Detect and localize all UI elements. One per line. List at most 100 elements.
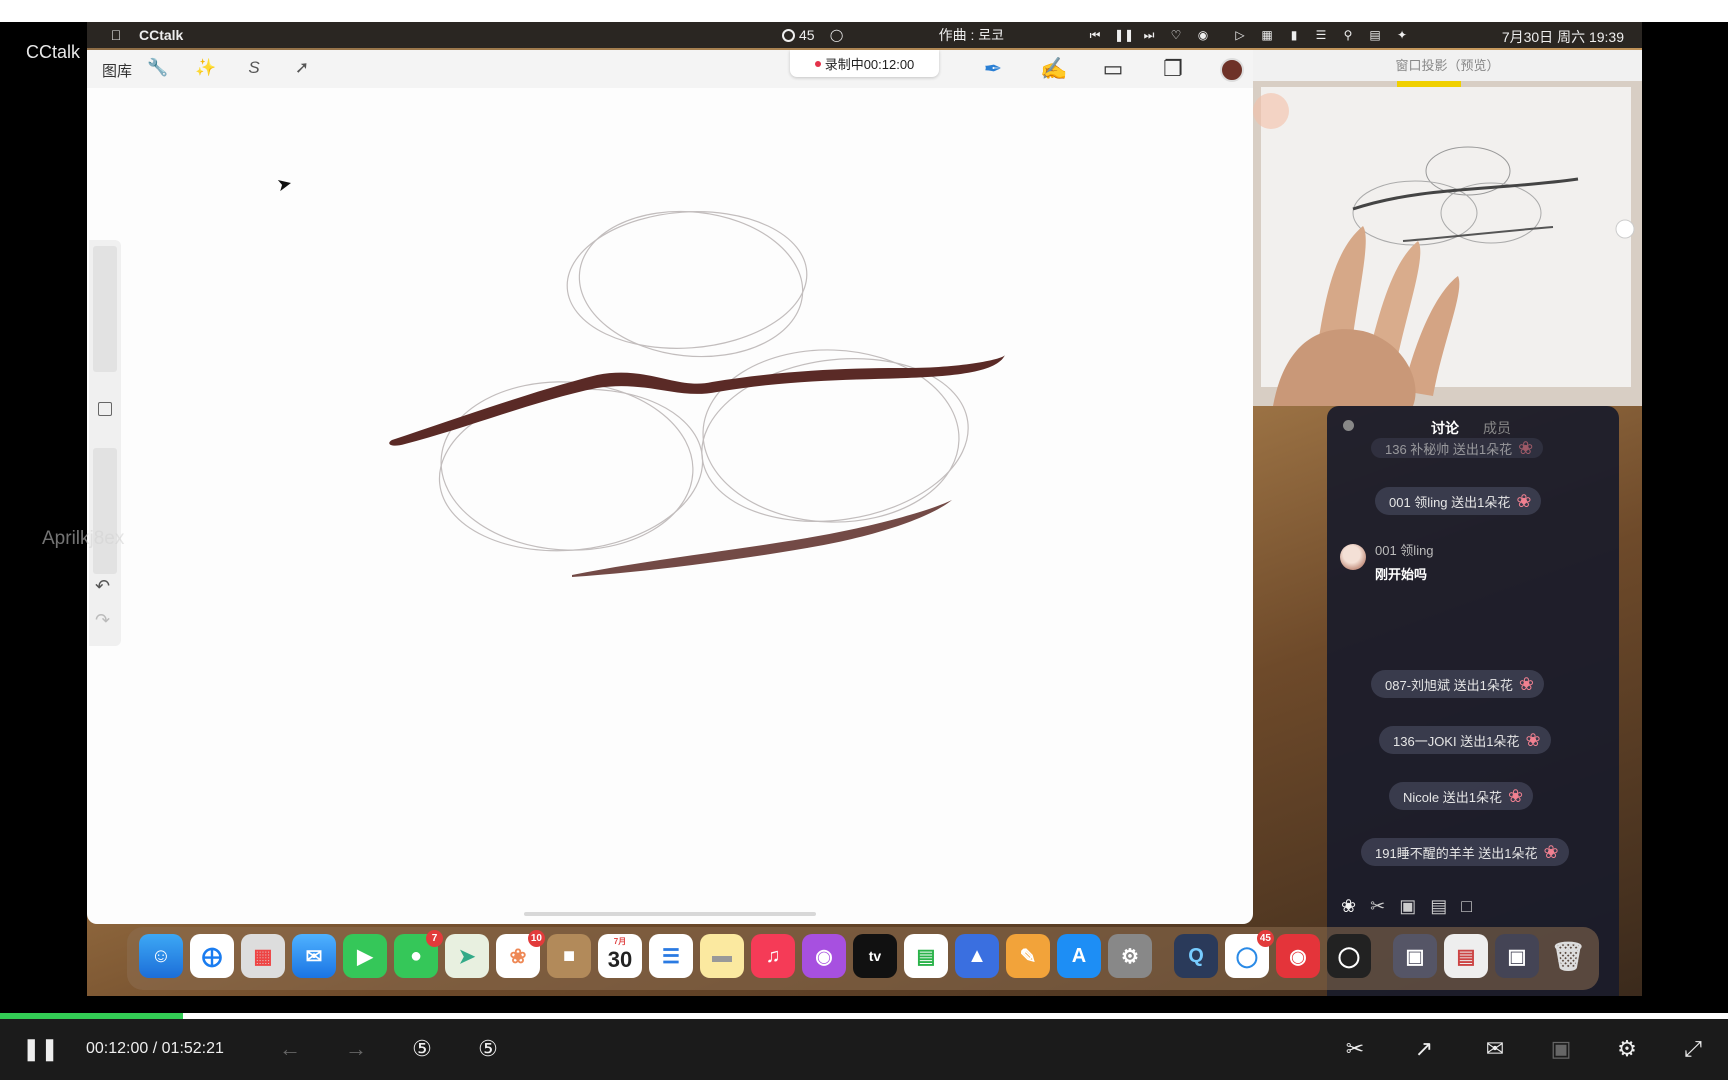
settings-gear-icon[interactable]: ⚙ xyxy=(1613,1036,1641,1062)
flower-icon: ❀ xyxy=(1543,842,1559,862)
message-text: 刚开始吗 xyxy=(1375,567,1428,582)
launchpad-icon[interactable]: ▦ xyxy=(241,934,285,978)
reminders-icon[interactable]: ☰ xyxy=(649,934,693,978)
rewind-5-icon[interactable]: ⑤ xyxy=(408,1036,436,1062)
scissors-icon[interactable]: ✂ xyxy=(1370,896,1385,917)
facetime-icon[interactable]: ▶ xyxy=(343,934,387,978)
system-preferences-icon[interactable]: ⚙ xyxy=(1108,934,1152,978)
quicktime-icon[interactable]: Q xyxy=(1174,934,1218,978)
gift-message: 087-刘旭斌 送出1朵花 ❀ xyxy=(1371,670,1544,698)
podcasts-icon[interactable]: ◉ xyxy=(802,934,846,978)
recent-window-icon[interactable]: ▣ xyxy=(1393,934,1437,978)
play-circle-icon[interactable]: ▷ xyxy=(1232,28,1248,42)
app-title-overlay: CCtalk xyxy=(26,42,81,62)
chat-close-button[interactable] xyxy=(1343,420,1354,431)
undo-icon[interactable]: ↶ xyxy=(95,576,110,597)
photos-badge: 10 xyxy=(527,930,545,947)
pause-icon[interactable]: ❚❚ xyxy=(1114,28,1134,42)
brush-size-sidebar: ↶ ↷ xyxy=(89,240,121,646)
previous-track-icon[interactable]: ⏮ xyxy=(1087,28,1103,42)
cctalk-icon[interactable]: ◯ 45 xyxy=(1225,930,1274,978)
message-author: 001 领ling xyxy=(1375,543,1434,558)
photos-icon[interactable]: ❀ 10 xyxy=(496,930,545,978)
gift-text: 136 补秘帅 送出1朵花 xyxy=(1385,441,1513,457)
calendar-month: 7月 xyxy=(613,937,627,946)
pause-icon[interactable]: ❚❚ xyxy=(22,1036,59,1062)
apple-tv-icon[interactable]: tv xyxy=(853,934,897,978)
top-strip xyxy=(0,0,1728,22)
battery-icon: ▮ xyxy=(1290,28,1298,42)
avatar[interactable] xyxy=(1340,544,1366,570)
picture-in-picture-icon[interactable]: ▣ xyxy=(1547,1036,1575,1062)
counter-value: 45 xyxy=(799,27,815,43)
menubar-middle: 45 ◯ 作曲 : 로코 xyxy=(782,22,1004,48)
mac-menubar:  CCtalk 45 ◯ 作曲 : 로코 ⏮ ❚❚ ⏭ ♡ ◉ ▷ ▦ ▮ ☰ xyxy=(87,22,1642,48)
menubar-status: ⏮ ❚❚ ⏭ ♡ ◉ ▷ ▦ ▮ ☰ ⚲ ▤ ✦ xyxy=(1087,22,1410,48)
messages-icon[interactable]: ● 7 xyxy=(394,930,443,978)
forward-5-icon[interactable]: ⑤ xyxy=(474,1036,502,1062)
pages-icon[interactable]: ✎ xyxy=(1006,934,1050,978)
input-method-icon[interactable]: ▦ xyxy=(1259,28,1275,42)
notes-icon[interactable]: ▬ xyxy=(700,934,744,978)
app-store-icon[interactable]: A xyxy=(1057,934,1101,978)
calendar-icon[interactable]: 7月 30 xyxy=(598,934,642,978)
messages-badge: 7 xyxy=(426,930,443,947)
chat-toolbar: ❀ ✂ ▣ ▤ □ xyxy=(1341,896,1472,917)
contacts-icon[interactable]: ■ xyxy=(547,934,591,978)
control-center-icon[interactable]: ▤ xyxy=(1367,28,1383,42)
subtitles-icon[interactable]: ✉ xyxy=(1481,1036,1509,1062)
camera-feed xyxy=(1253,81,1642,406)
gift-text: 191睡不醒的羊羊 送出1朵花 xyxy=(1375,845,1538,861)
next-track-icon[interactable]: ⏭ xyxy=(1141,28,1157,42)
modify-button[interactable] xyxy=(98,402,112,416)
redo-icon[interactable]: ↷ xyxy=(95,610,110,631)
drawing-canvas[interactable] xyxy=(87,50,1253,924)
trash-icon[interactable]: 🗑 xyxy=(1546,934,1590,978)
obs-icon[interactable]: ◯ xyxy=(1327,934,1371,978)
next-icon[interactable]: → xyxy=(342,1036,370,1062)
image-icon[interactable]: ▣ xyxy=(1399,896,1416,917)
recent-screen-icon[interactable]: ▣ xyxy=(1495,934,1539,978)
flower-gift-icon[interactable]: ❀ xyxy=(1341,896,1356,917)
previous-icon[interactable]: ← xyxy=(276,1036,304,1062)
recent-document-icon[interactable]: ▤ xyxy=(1444,934,1488,978)
keynote-icon[interactable]: ▲ xyxy=(955,934,999,978)
counter-icon: 45 xyxy=(782,27,815,43)
opacity-slider[interactable] xyxy=(93,448,117,574)
numbers-icon[interactable]: ▤ xyxy=(904,934,948,978)
gift-message: 136一JOKI 送出1朵花 ❀ xyxy=(1379,726,1551,754)
maps-icon[interactable]: ➤ xyxy=(445,934,489,978)
safari-icon[interactable]: ⨁ xyxy=(190,934,234,978)
gift-message: 001 领ling 送出1朵花 ❀ xyxy=(1375,487,1542,515)
gift-text: 136一JOKI 送出1朵花 xyxy=(1393,733,1520,749)
menubar-clock[interactable]: 7月30日 周六 19:39 xyxy=(1502,27,1624,47)
mac-dock: ☺ ⨁ ▦ ✉ ▶ ● 7 ➤ ❀ 10 ■ 7月 30 ☰ ▬ ♫ ◉ tv ▤ … xyxy=(127,927,1599,990)
brush-size-slider[interactable] xyxy=(93,246,117,372)
gift-message: Nicole 送出1朵花 ❀ xyxy=(1389,782,1534,810)
exit-fullscreen-icon[interactable]: ⤢ xyxy=(1679,1036,1707,1062)
search-icon[interactable]: ⚲ xyxy=(1340,28,1356,42)
flower-icon: ❀ xyxy=(1516,491,1532,511)
screenshot-icon[interactable]: ▤ xyxy=(1430,896,1447,917)
time-separator: / xyxy=(152,1040,158,1057)
chat-panel: 讨论 成员 136 补秘帅 送出1朵花 ❀ 001 领ling 送出1朵花 ❀ 00… xyxy=(1327,406,1619,996)
tab-discussion[interactable]: 讨论 xyxy=(1431,418,1459,438)
share-icon[interactable]: ↗ xyxy=(1410,1036,1438,1062)
horizon-stroke xyxy=(389,355,1005,446)
netease-icon[interactable]: ◉ xyxy=(1195,28,1211,42)
share-icon[interactable]: □ xyxy=(1461,896,1472,917)
finder-icon[interactable]: ☺ xyxy=(139,934,183,978)
mail-icon[interactable]: ✉ xyxy=(292,934,336,978)
gift-text: Nicole 送出1朵花 xyxy=(1403,789,1502,805)
netease-music-icon[interactable]: ◉ xyxy=(1276,934,1320,978)
clip-scissors-icon[interactable]: ✂ xyxy=(1341,1036,1369,1062)
tab-members[interactable]: 成员 xyxy=(1483,418,1511,438)
heart-icon[interactable]: ♡ xyxy=(1168,28,1184,42)
siri-icon[interactable]: ✦ xyxy=(1394,28,1410,42)
flower-icon: ❀ xyxy=(1507,786,1524,806)
wifi-icon[interactable]: ☰ xyxy=(1313,28,1329,42)
player-controls: ❚❚ 00:12:00 / 01:52:21 ← → ⑤ ⑤ ✂ ↗ ✉ ▣ ⚙… xyxy=(0,1019,1728,1080)
calendar-day: 30 xyxy=(607,947,633,972)
music-icon[interactable]: ♫ xyxy=(751,934,795,978)
obs-icon: ◯ xyxy=(829,28,844,42)
